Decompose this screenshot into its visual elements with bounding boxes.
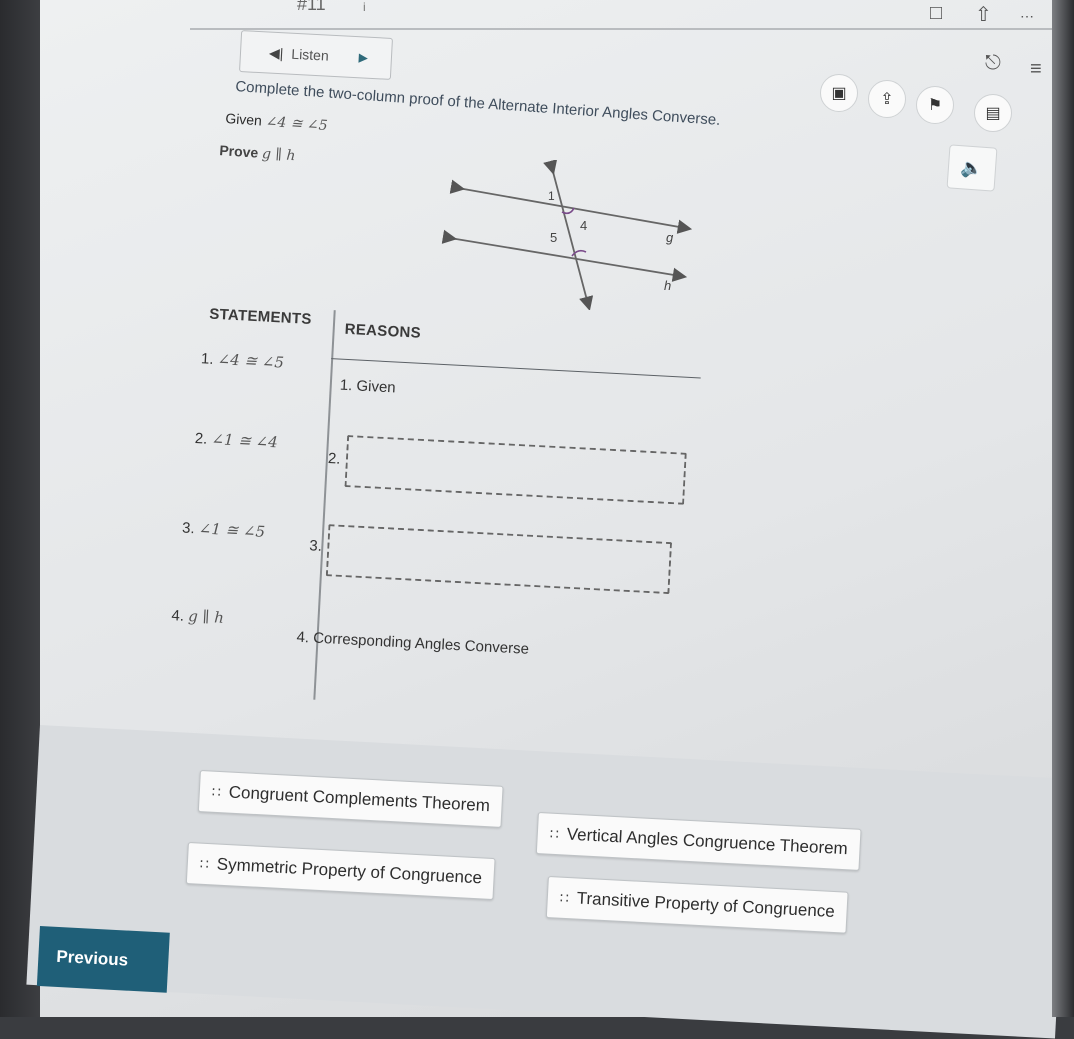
pin-icon[interactable]: ⎋ — [985, 52, 1001, 75]
proof-table: STATEMENTS REASONS 1. ∠4 ≅ ∠5 1. Given 2… — [119, 300, 720, 740]
reason-3-number: 3. — [308, 537, 323, 555]
statements-header: STATEMENTS — [208, 305, 313, 328]
prove-label: Prove — [218, 142, 259, 161]
listen-button[interactable]: ◀| Listen ▶ — [239, 30, 393, 80]
angle-5-label: 5 — [550, 230, 557, 245]
parallel-lines-diagram: 1 4 5 g h — [441, 160, 693, 310]
previous-button[interactable]: Previous — [36, 926, 170, 993]
menu-icon[interactable]: ≡ — [1030, 58, 1042, 81]
reasons-header: REASONS — [344, 320, 422, 342]
reason-2-number: 2. — [327, 450, 341, 468]
line-reader-icon[interactable]: ▣ — [820, 74, 858, 112]
prove-line: Prove g ∥ h — [219, 142, 296, 164]
drag-handle-icon: ∷ — [211, 783, 220, 801]
given-value: ∠4 ≅ ∠5 — [265, 113, 329, 135]
listen-label: Listen — [291, 45, 330, 64]
speaker-icon: ◀| — [268, 44, 284, 61]
line-h-label: h — [664, 278, 671, 293]
flag-icon[interactable]: ⚑ — [916, 86, 954, 124]
share-icon[interactable]: ⇧ — [975, 2, 992, 27]
angle-1-label: 1 — [548, 189, 555, 203]
statement-2: 2. ∠1 ≅ ∠4 — [194, 429, 279, 452]
play-icon[interactable]: ▶ — [358, 50, 368, 64]
line-g-label: g — [666, 230, 674, 245]
screen: #11 i □ ⇧ ⋯ ⎋ ≡ ◀| Listen ▶ ▣ ⇪ ⚑ ▤ Comp… — [26, 0, 1074, 1039]
angle-4-label: 4 — [580, 218, 587, 233]
reason-2-drop-zone[interactable] — [344, 435, 687, 505]
transversal — [543, 160, 594, 310]
more-icon[interactable]: ⋯ — [1020, 8, 1034, 25]
drag-handle-icon: ∷ — [549, 825, 558, 843]
reason-4: 4. Corresponding Angles Converse — [296, 628, 530, 658]
notes-icon[interactable]: ▤ — [974, 94, 1012, 132]
drag-handle-icon: ∷ — [199, 855, 208, 873]
statement-3: 3. ∠1 ≅ ∠5 — [181, 519, 266, 541]
device-bezel-right — [1052, 0, 1074, 1017]
drag-handle-icon: ∷ — [559, 889, 568, 907]
line-g — [449, 179, 693, 234]
prove-value: g ∥ h — [261, 145, 296, 165]
info-icon[interactable]: i — [363, 0, 366, 14]
given-label: Given — [224, 110, 263, 129]
reason-3-drop-zone[interactable] — [325, 524, 673, 595]
statement-1: 1. ∠4 ≅ ∠5 — [200, 350, 285, 372]
header-underline — [331, 358, 701, 379]
given-line: Given ∠4 ≅ ∠5 — [225, 110, 328, 134]
reason-1: 1. Given — [339, 376, 397, 397]
audio-toggle-icon[interactable]: 🔈 — [946, 144, 998, 192]
question-number: #11 — [297, 0, 326, 14]
line-h — [441, 229, 688, 282]
upload-icon[interactable]: ⇪ — [868, 80, 906, 118]
bookmark-icon[interactable]: □ — [930, 2, 942, 25]
statement-4: 4. g ∥ h — [171, 606, 225, 627]
